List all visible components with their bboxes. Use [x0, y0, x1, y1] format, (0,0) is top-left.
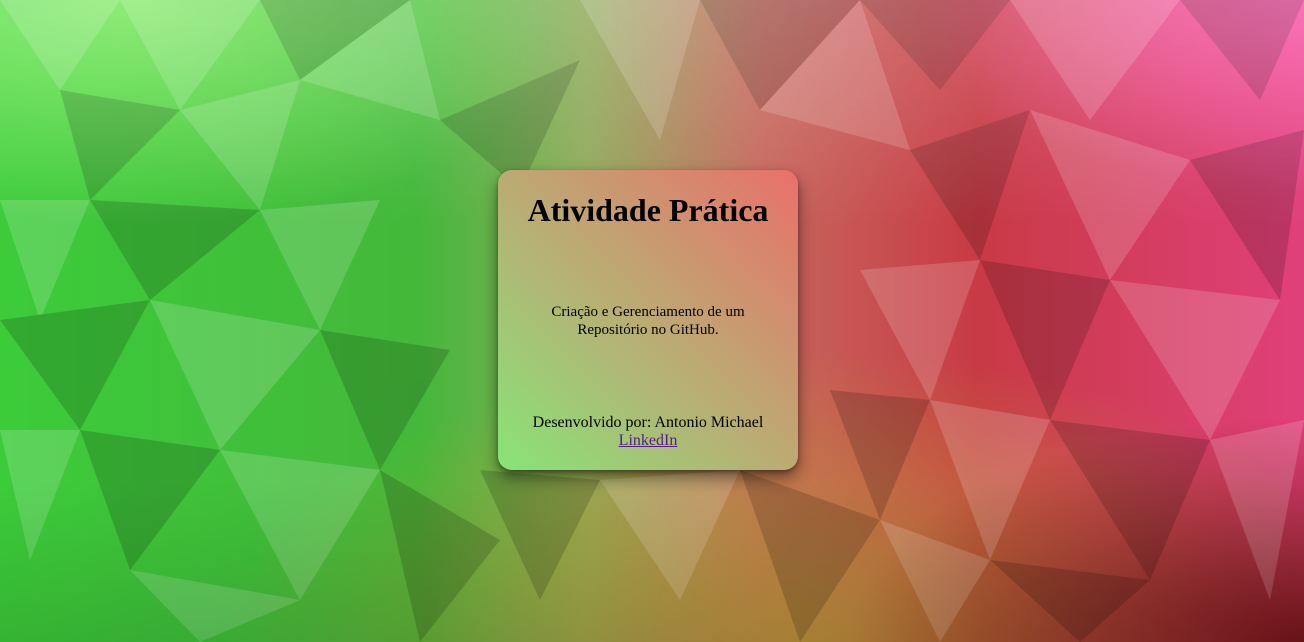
developer-credit: Desenvolvido por: Antonio Michael	[532, 414, 764, 431]
linkedin-link[interactable]: LinkedIn	[619, 432, 678, 449]
card-description: Criação e Gerenciamento de um Repositóri…	[551, 304, 745, 338]
card-title: Atividade Prática	[527, 192, 769, 228]
card-footer: Desenvolvido por: Antonio Michael Linked…	[498, 414, 798, 450]
activity-card: Atividade Prática Criação e Gerenciament…	[498, 170, 798, 470]
